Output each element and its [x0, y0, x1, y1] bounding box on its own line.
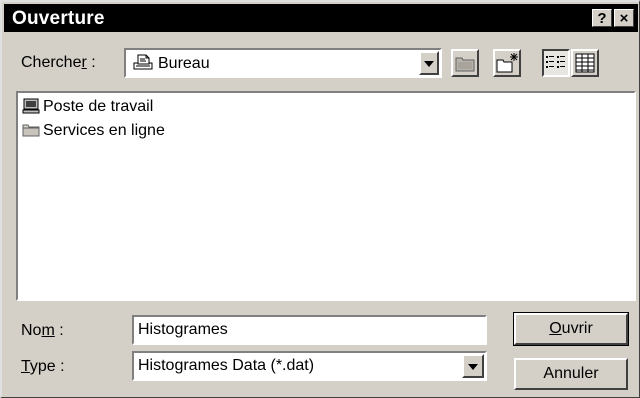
look-in-label: Chercher : [21, 54, 96, 71]
filetype-select[interactable]: Histogrames Data (*.dat) [132, 351, 487, 381]
filetype-label: Type : [21, 358, 65, 375]
details-view-icon [575, 53, 595, 73]
new-folder-icon [496, 53, 518, 73]
list-view-icon [546, 56, 565, 68]
open-button[interactable]: Ouvrir [513, 312, 629, 346]
look-in-value: Bureau [132, 53, 210, 76]
details-view-button[interactable] [571, 49, 599, 77]
chevron-down-icon [424, 61, 434, 67]
up-folder-button[interactable] [451, 49, 479, 77]
cancel-button[interactable]: Annuler [514, 358, 628, 390]
list-item[interactable]: Services en ligne [22, 122, 165, 143]
file-list[interactable]: Poste de travail Services en ligne [16, 91, 636, 301]
desktop-icon [132, 53, 154, 76]
filetype-dropdown-button[interactable] [462, 354, 484, 378]
look-in-combo[interactable]: Bureau [124, 48, 442, 78]
window-title: Ouverture [12, 8, 105, 29]
computer-icon [22, 98, 40, 119]
title-bar[interactable]: Ouverture ? × [4, 4, 638, 32]
up-folder-icon [455, 57, 475, 72]
folder-icon [22, 122, 40, 143]
close-button[interactable]: × [614, 9, 634, 27]
filename-label: Nom : [21, 322, 64, 339]
open-dialog: Ouverture ? × Chercher : Bureau Poste de… [0, 0, 640, 398]
help-button[interactable]: ? [592, 9, 612, 27]
list-view-button[interactable] [542, 49, 570, 77]
chevron-down-icon [468, 364, 478, 370]
new-folder-button[interactable] [493, 49, 521, 77]
list-item[interactable]: Poste de travail [22, 98, 153, 119]
look-in-dropdown-button[interactable] [419, 51, 439, 75]
filename-input[interactable]: Histogrames [132, 315, 487, 345]
